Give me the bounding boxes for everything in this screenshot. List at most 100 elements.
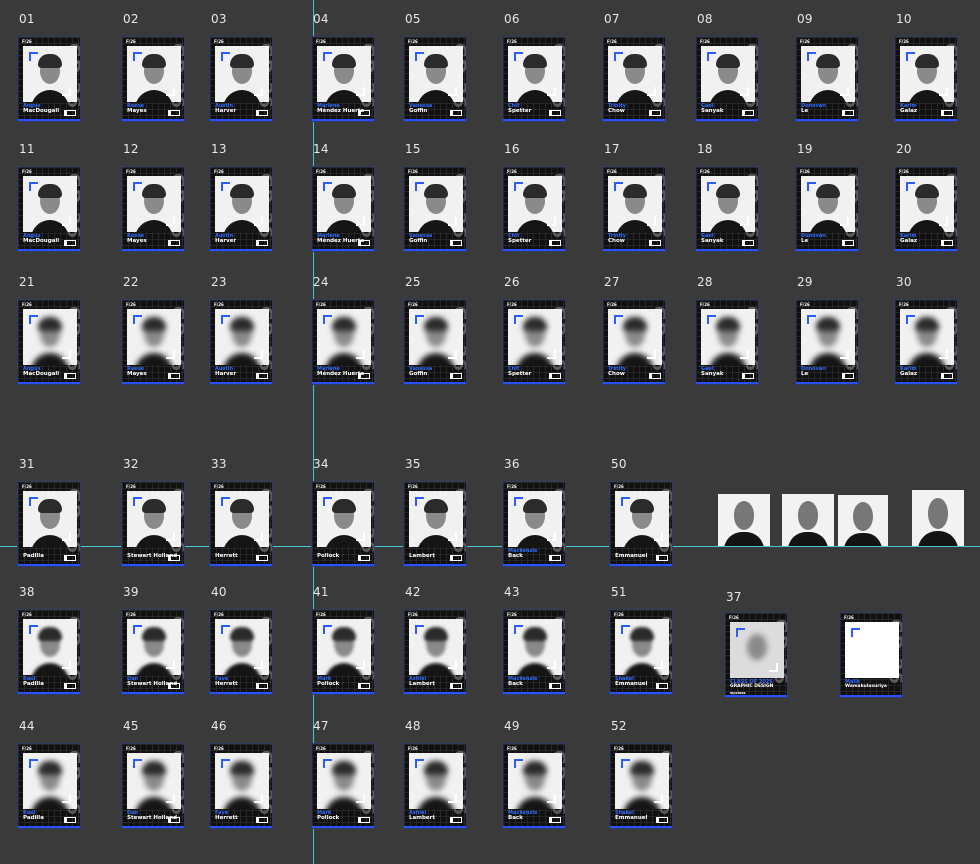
student-card[interactable]: F/26GD 26ReeseMayes	[121, 36, 185, 122]
student-card[interactable]: F/26GD 26MarkPollock	[311, 743, 375, 829]
corner-mark-white-icon	[547, 350, 556, 359]
student-card[interactable]: F/26GD 26GaelSanyak	[695, 299, 759, 385]
portrait-thumbnail[interactable]	[912, 490, 964, 546]
portrait-photo	[127, 46, 181, 102]
student-card[interactable]: F/26GD 26ShakelEmmanuel	[609, 609, 673, 695]
corner-mark-white-icon	[654, 660, 663, 669]
student-card[interactable]: F/26GD 26Herrett	[209, 481, 273, 567]
student-card[interactable]: F/26GD 26MarleneMéndez Huerta	[311, 166, 375, 252]
student-card[interactable]: F/26GD 26FaveHerrett	[209, 609, 273, 695]
student-card[interactable]: F/26GD 26Lambert	[403, 481, 467, 567]
student-card[interactable]: F/26GD 26AngusMacDougall	[17, 299, 81, 385]
student-card[interactable]: F/26GD 26MackenzieBack	[502, 481, 566, 567]
portrait-photo	[801, 46, 855, 102]
student-card[interactable]: F/26GD 26CLASS OF 2026GRAPHIC DESIGNwpcl…	[724, 612, 788, 698]
card-tag: F/26	[126, 484, 136, 489]
student-card[interactable]: F/26GD 26MalikWamakulasuriya	[839, 612, 903, 698]
portrait-hair	[816, 317, 840, 331]
student-card[interactable]: F/26GD 26AshleiLambert	[403, 743, 467, 829]
student-card[interactable]: F/26GD 26RaúlPadilla	[17, 743, 81, 829]
portrait-photo	[127, 753, 181, 809]
portrait-hair	[38, 317, 62, 331]
student-card[interactable]: F/26GD 26DanStewart Holland	[121, 743, 185, 829]
student-last-name: Pollock	[317, 815, 340, 821]
corner-mark-blue-icon	[707, 315, 716, 324]
card-tag: F/26	[507, 302, 517, 307]
student-card[interactable]: F/26GD 26KarimGalaz	[894, 166, 958, 252]
corner-mark-blue-icon	[323, 759, 332, 768]
student-card[interactable]: F/26GD 26MarleneMéndez Huerta	[311, 36, 375, 122]
vertical-guide-line[interactable]	[313, 0, 314, 864]
student-card[interactable]: F/26GD 26Emmanuel	[609, 481, 673, 567]
student-card[interactable]: F/26GD 26Pollock	[311, 481, 375, 567]
student-card[interactable]: F/26GD 26DonovanLe	[795, 299, 859, 385]
student-card[interactable]: F/26GD 26GaelSanyak	[695, 166, 759, 252]
school-logo-icon	[168, 683, 180, 689]
corner-mark-blue-icon	[29, 182, 38, 191]
student-card[interactable]: F/26GD 26FaveHerrett	[209, 743, 273, 829]
tile-number-label: 13	[211, 142, 227, 156]
student-card[interactable]: F/26GD 26VanessaGoffin	[403, 299, 467, 385]
school-logo-icon	[742, 373, 754, 379]
card-tag: F/26	[507, 612, 517, 617]
student-last-name: Chow	[608, 371, 625, 377]
card-bottom-bar	[796, 119, 858, 121]
student-card[interactable]: F/26GD 26ReeseMayes	[121, 166, 185, 252]
student-card[interactable]: F/26GD 26RaúlPadilla	[17, 609, 81, 695]
student-card[interactable]: F/26GD 26VanessaGoffin	[403, 36, 467, 122]
school-logo-icon	[549, 683, 561, 689]
portrait-thumbnail[interactable]	[718, 494, 770, 546]
student-card[interactable]: F/26GD 26TrinityChow	[602, 166, 666, 252]
corner-mark-blue-icon	[621, 759, 630, 768]
student-card[interactable]: F/26GD 26Padilla	[17, 481, 81, 567]
student-card[interactable]: F/26GD 26ChitSpetter	[502, 299, 566, 385]
student-card[interactable]: F/26GD 26KarimGalaz	[894, 36, 958, 122]
portrait-hair	[915, 317, 939, 331]
portrait-hair	[816, 54, 840, 68]
student-card[interactable]: F/26GD 26DonovanLe	[795, 166, 859, 252]
corner-mark-blue-icon	[29, 52, 38, 61]
card-bottom-bar	[18, 119, 80, 121]
student-card[interactable]: F/26GD 26AustinHarver	[209, 299, 273, 385]
corner-mark-white-icon	[166, 532, 175, 541]
card-bottom-bar	[696, 119, 758, 121]
student-card[interactable]: F/26GD 26MackenzieBack	[502, 609, 566, 695]
student-card[interactable]: F/26GD 26ChitSpetter	[502, 166, 566, 252]
student-last-name: Emmanuel	[615, 553, 648, 559]
student-card[interactable]: F/26GD 26AustinHarver	[209, 166, 273, 252]
portrait-thumbnail[interactable]	[838, 495, 888, 546]
student-card[interactable]: F/26GD 26TrinityChow	[602, 36, 666, 122]
tile-number-label: 08	[697, 12, 713, 26]
student-card[interactable]: F/26GD 26AngusMacDougall	[17, 36, 81, 122]
student-last-name: Galaz	[900, 371, 918, 377]
card-tag: F/26	[700, 39, 710, 44]
card-bottom-bar	[796, 249, 858, 251]
student-card[interactable]: F/26GD 26MarleneMéndez Huerta	[311, 299, 375, 385]
student-card[interactable]: F/26GD 26DanStewart Holland	[121, 609, 185, 695]
student-last-name: Lambert	[409, 815, 435, 821]
student-card[interactable]: F/26GD 26ShakelEmmanuel	[609, 743, 673, 829]
student-card[interactable]: F/26GD 26MackenzieBack	[502, 743, 566, 829]
card-bottom-bar	[696, 249, 758, 251]
student-card[interactable]: F/26GD 26ChitSpetter	[502, 36, 566, 122]
portrait-thumbnail[interactable]	[782, 494, 834, 546]
student-card[interactable]: F/26GD 26ReeseMayes	[121, 299, 185, 385]
card-bottom-bar	[122, 692, 184, 694]
student-card[interactable]: F/26GD 26KarimGalaz	[894, 299, 958, 385]
student-last-name: Wamakulasuriya	[845, 684, 887, 689]
school-logo-icon	[256, 110, 268, 116]
tile-number-label: 36	[504, 457, 520, 471]
student-card[interactable]: F/26GD 26DonovanLe	[795, 36, 859, 122]
portrait-photo	[508, 753, 562, 809]
student-card[interactable]: F/26GD 26GaelSanyak	[695, 36, 759, 122]
tile-number-label: 11	[19, 142, 35, 156]
student-card[interactable]: F/26GD 26MarkPollock	[311, 609, 375, 695]
student-card[interactable]: F/26GD 26Stewart Holland	[121, 481, 185, 567]
card-tag: F/26	[214, 612, 224, 617]
student-card[interactable]: F/26GD 26AustinHarver	[209, 36, 273, 122]
card-tag: F/26	[614, 484, 624, 489]
student-card[interactable]: F/26GD 26TrinityChow	[602, 299, 666, 385]
student-card[interactable]: F/26GD 26AngusMacDougall	[17, 166, 81, 252]
student-card[interactable]: F/26GD 26VanessaGoffin	[403, 166, 467, 252]
student-card[interactable]: F/26GD 26AshleiLambert	[403, 609, 467, 695]
